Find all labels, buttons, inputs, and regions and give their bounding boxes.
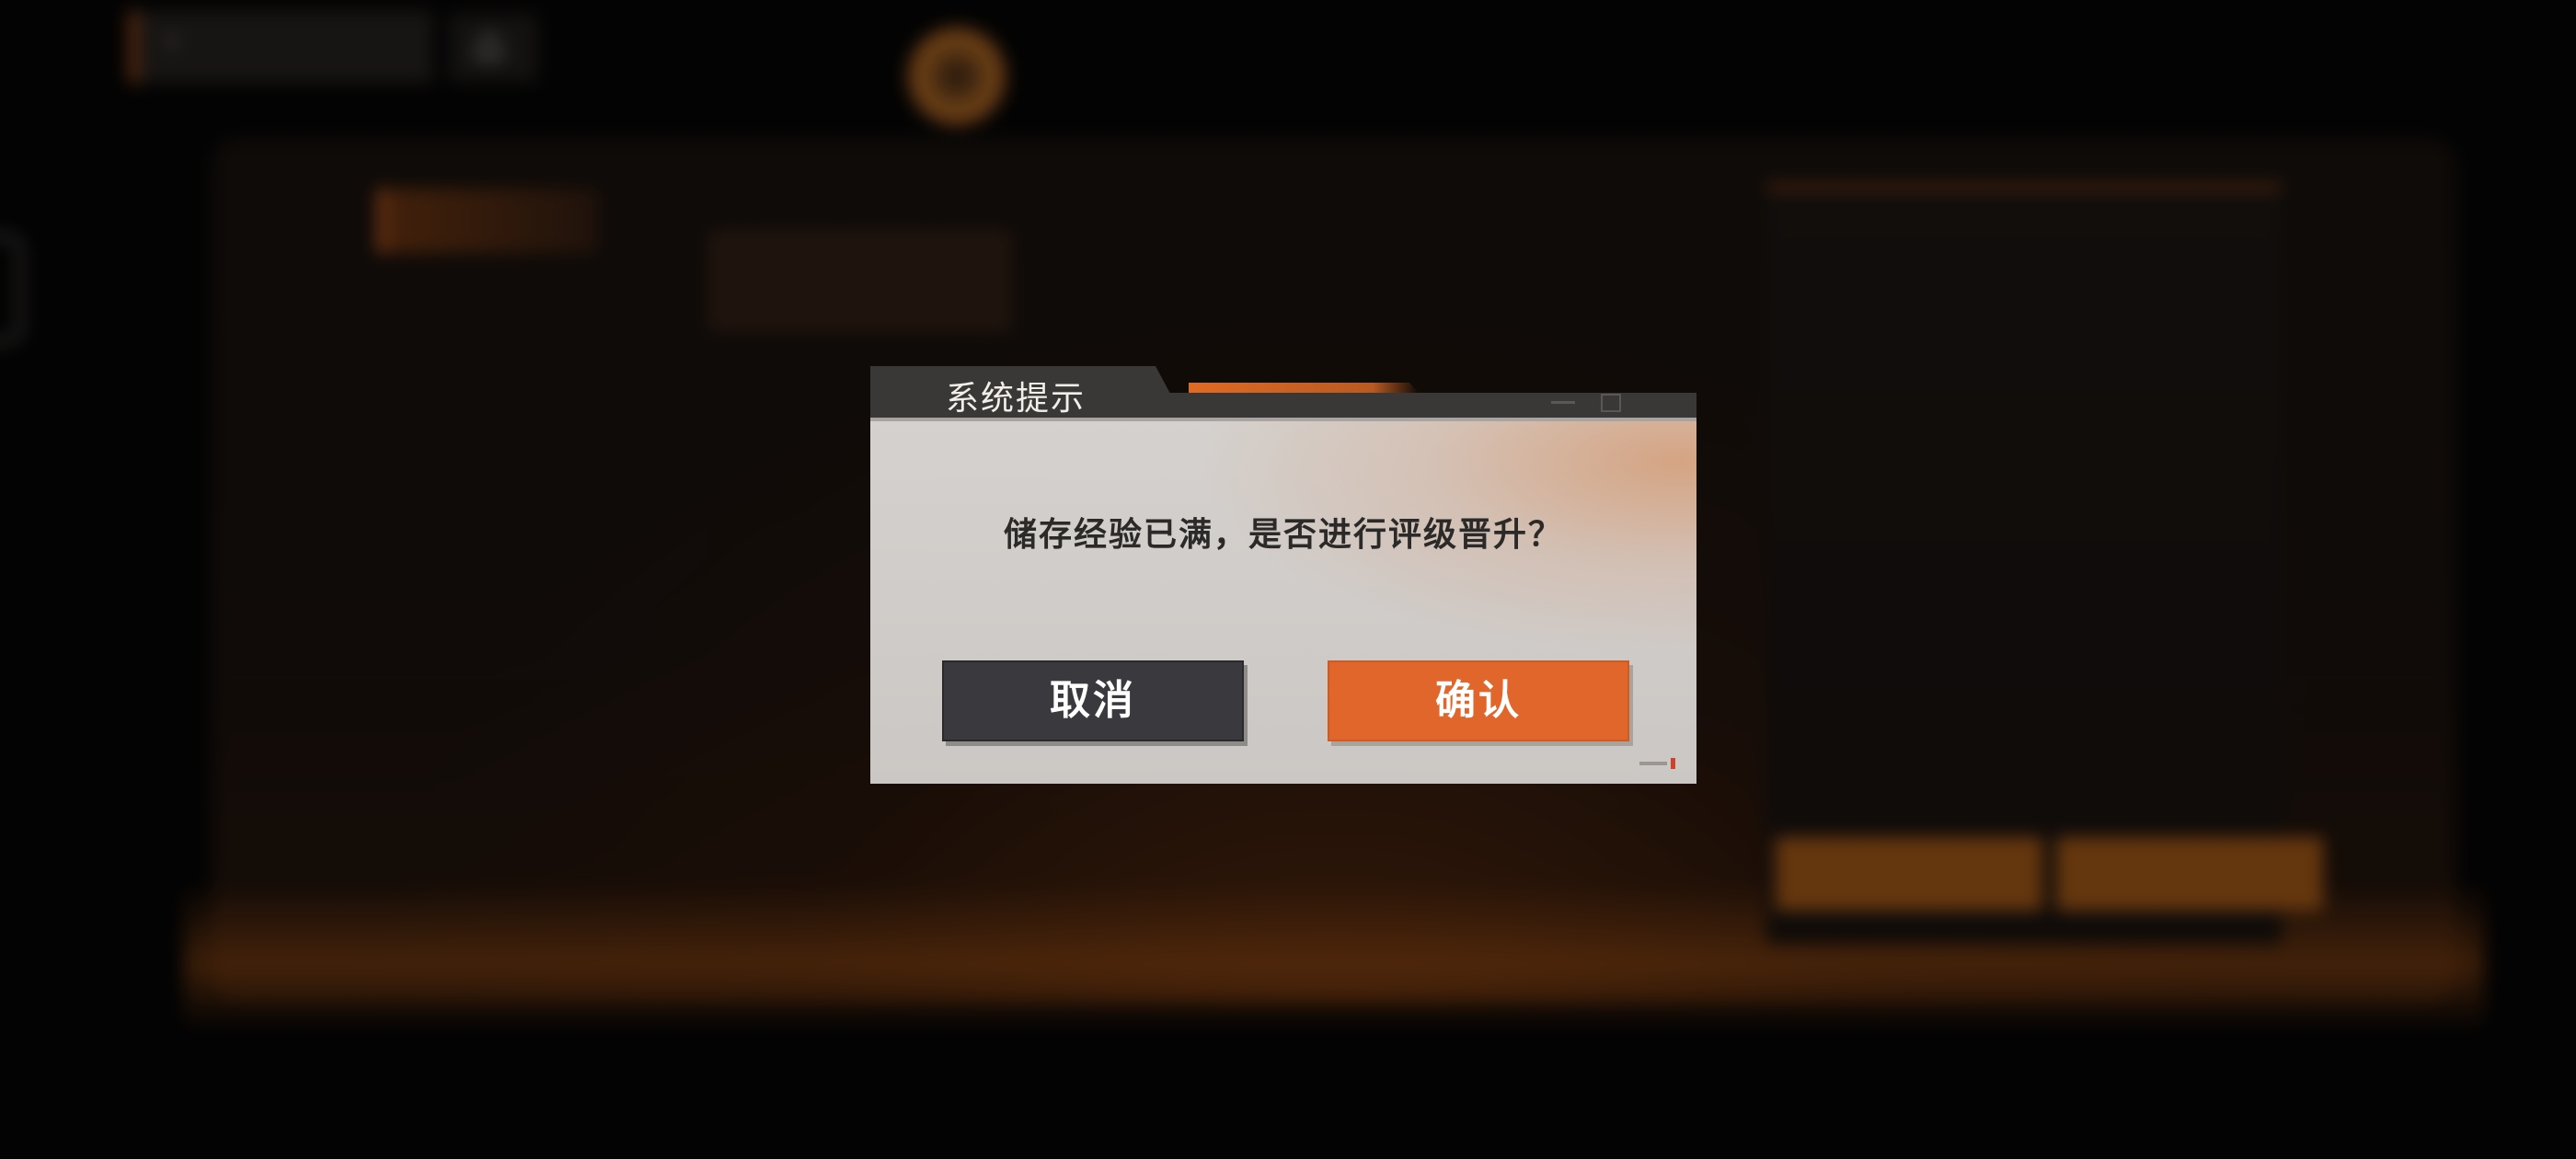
corner-logo-icon — [1639, 758, 1684, 769]
dialog-title: 系统提示 — [946, 380, 1087, 418]
confirm-button[interactable]: 确认 — [1328, 660, 1629, 741]
system-prompt-dialog: 系统提示 储存经验已满，是否进行评级晋升？ 取消 确认 — [870, 366, 1696, 784]
cancel-button[interactable]: 取消 — [942, 660, 1244, 741]
maximize-icon — [1601, 394, 1621, 412]
minimize-icon — [1551, 401, 1575, 404]
dialog-message: 储存经验已满，是否进行评级晋升？ — [1003, 516, 1563, 554]
dialog-accent-stripe — [1189, 383, 1419, 393]
dialog-divider — [870, 418, 1696, 421]
game-screen: ‹ ⌂ 系统提示 储存经验已满，是否进行评级晋升？ 取消 确认 — [0, 0, 2576, 1159]
